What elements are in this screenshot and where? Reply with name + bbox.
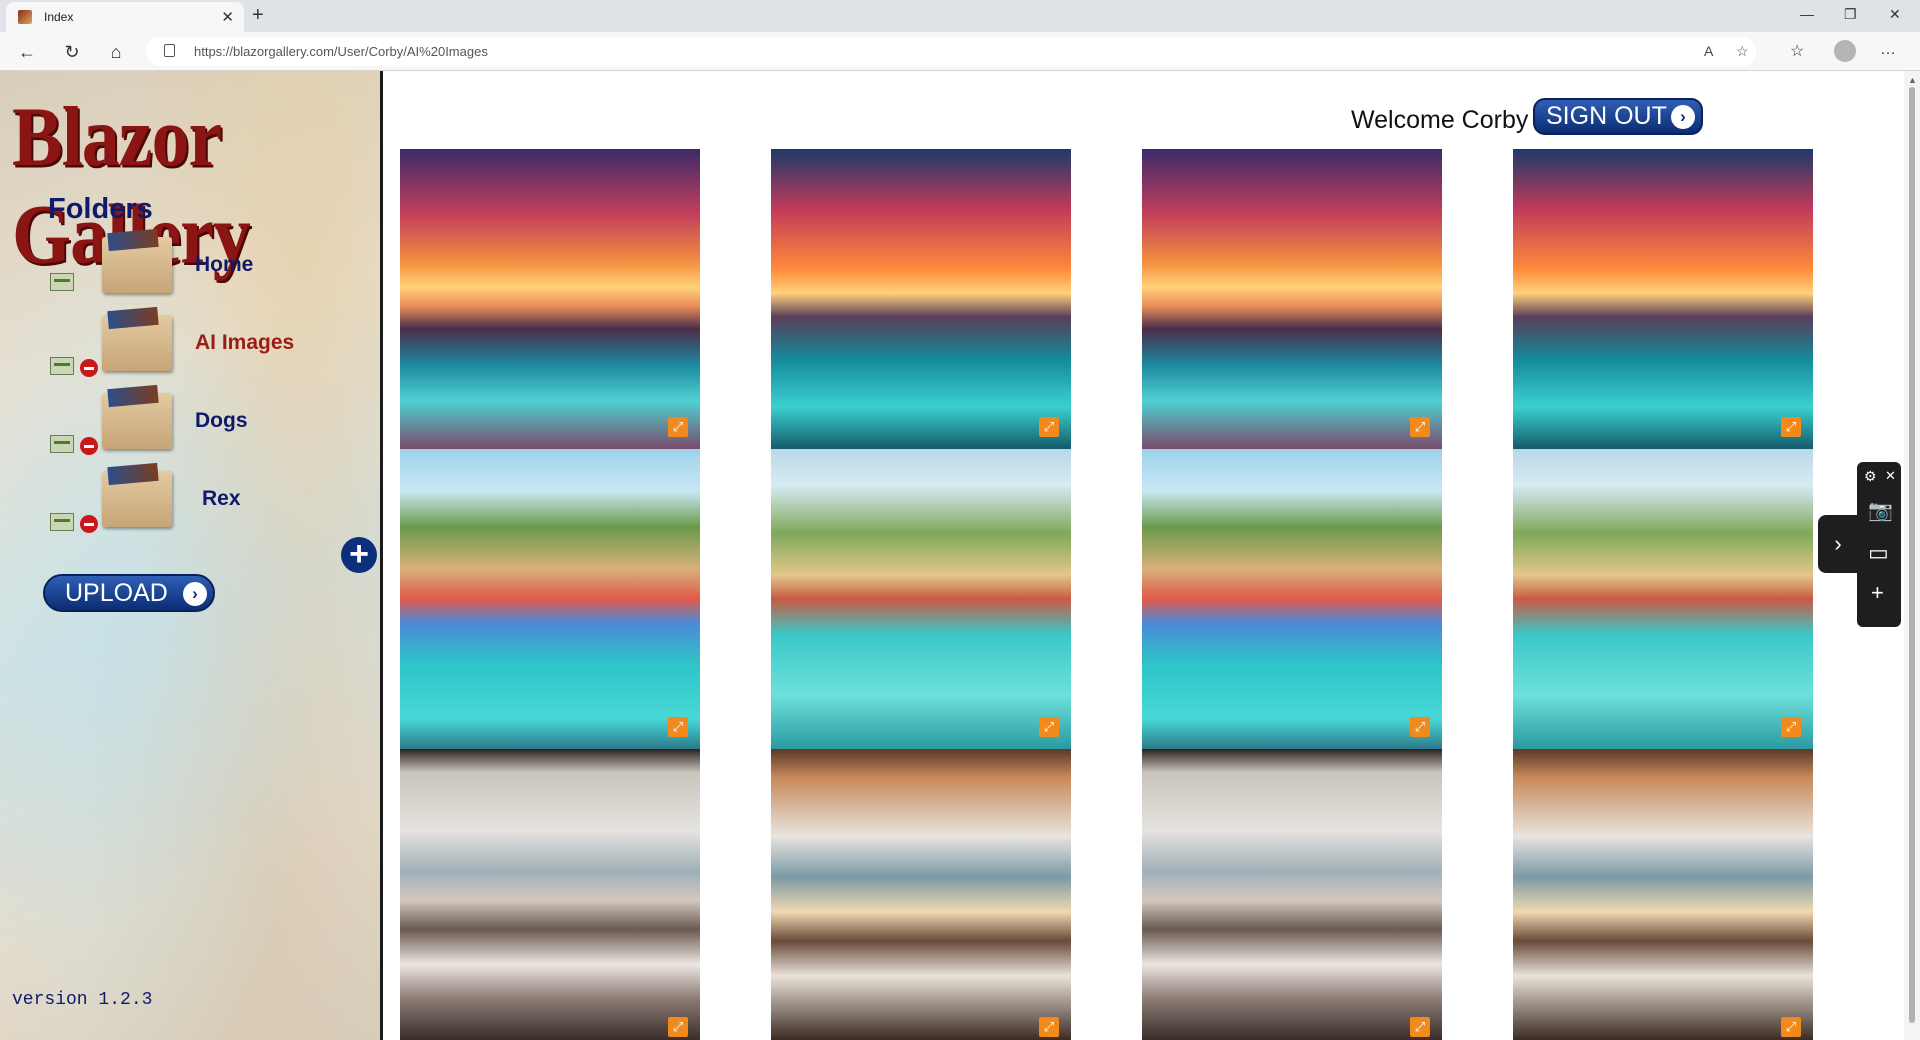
expand-icon[interactable]: ⤢	[1410, 417, 1430, 437]
upload-button[interactable]: UPLOAD ›	[43, 574, 215, 612]
arrow-right-icon: ›	[1671, 105, 1695, 129]
folder-icon[interactable]	[102, 315, 172, 371]
sunset-pier-image[interactable]: ⤢	[1142, 149, 1442, 449]
expand-icon[interactable]: ⤢	[1039, 717, 1059, 737]
expand-icon[interactable]: ⤢	[1781, 717, 1801, 737]
evening-table-image[interactable]: ⤢	[1513, 749, 1813, 1040]
read-aloud-icon[interactable]: A	[1704, 43, 1713, 59]
seaside-harbor-image[interactable]: ⤢	[1142, 449, 1442, 749]
lock-icon	[164, 44, 175, 57]
sunset-coast-image[interactable]: ⤢	[771, 149, 1071, 449]
folder-label[interactable]: AI Images	[195, 331, 294, 355]
address-bar-row: ← ↻ ⌂ https://blazorgallery.com/User/Cor…	[0, 32, 1920, 71]
arrow-right-icon: ›	[183, 582, 207, 606]
close-icon[interactable]: ✕	[1885, 468, 1896, 484]
open-folder-icon[interactable]	[50, 435, 74, 453]
night-dinner-image[interactable]: ⤢	[1142, 749, 1442, 1040]
folder-label[interactable]: Home	[195, 253, 253, 277]
folder-label[interactable]: Dogs	[195, 409, 248, 433]
capture-tool-panel: ⚙ ✕ 📷 ▭ +	[1857, 462, 1901, 627]
folder-icon[interactable]	[102, 471, 172, 527]
folder-icon[interactable]	[102, 237, 172, 293]
add-icon[interactable]: +	[1871, 580, 1884, 606]
browser-tab-bar: Index ✕ + — ❐ ✕	[0, 0, 1920, 32]
welcome-text: Welcome Corby	[1351, 106, 1529, 134]
scroll-thumb[interactable]	[1909, 87, 1915, 1023]
coastal-pier-image[interactable]: ⤢	[1513, 449, 1813, 749]
profile-avatar[interactable]	[1834, 40, 1856, 62]
expand-icon[interactable]: ⤢	[1781, 417, 1801, 437]
delete-folder-icon[interactable]	[80, 515, 98, 533]
expand-icon[interactable]: ⤢	[668, 717, 688, 737]
folder-item-ai-images[interactable]: AI Images	[0, 309, 383, 387]
add-folder-button[interactable]: +	[341, 537, 377, 573]
scroll-up-icon[interactable]: ▲	[1908, 75, 1917, 85]
settings-icon[interactable]: ⚙	[1864, 468, 1877, 485]
sign-out-button[interactable]: SIGN OUT ›	[1533, 98, 1703, 135]
folders-title: Folders	[48, 193, 153, 225]
refresh-icon[interactable]: ↻	[60, 40, 84, 64]
open-folder-icon[interactable]	[50, 513, 74, 531]
folder-label[interactable]: Rex	[202, 487, 241, 511]
favorite-icon[interactable]: ☆	[1736, 43, 1749, 60]
harbor-town-image[interactable]: ⤢	[400, 449, 700, 749]
expand-icon[interactable]: ⤢	[668, 1017, 688, 1037]
new-tab-button[interactable]: +	[252, 4, 264, 27]
dining-lake-view-image[interactable]: ⤢	[771, 749, 1071, 1040]
restaurant-window-image[interactable]: ⤢	[400, 749, 700, 1040]
capture-toggle-button[interactable]: ›	[1818, 515, 1858, 573]
expand-icon[interactable]: ⤢	[1781, 1017, 1801, 1037]
folder-item-dogs[interactable]: Dogs	[0, 387, 383, 465]
home-icon[interactable]: ⌂	[104, 40, 128, 64]
upload-label: UPLOAD	[65, 579, 168, 607]
restore-button[interactable]: ❐	[1844, 6, 1857, 23]
url-text[interactable]: https://blazorgallery.com/User/Corby/AI%…	[194, 44, 488, 59]
favorites-icon[interactable]: ☆	[1790, 41, 1804, 61]
expand-icon[interactable]: ⤢	[668, 417, 688, 437]
sidebar: Blazor Gallery Folders Home AI Images Do…	[0, 71, 383, 1040]
sign-out-label: SIGN OUT	[1546, 102, 1667, 130]
window-close-button[interactable]: ✕	[1889, 6, 1901, 23]
beach-village-image[interactable]: ⤢	[771, 449, 1071, 749]
back-icon[interactable]: ←	[15, 40, 39, 64]
favicon-icon	[18, 10, 32, 24]
expand-icon[interactable]: ⤢	[1039, 417, 1059, 437]
delete-folder-icon[interactable]	[80, 437, 98, 455]
camera-icon[interactable]: 📷	[1868, 498, 1893, 523]
tab-close-icon[interactable]: ✕	[221, 8, 234, 26]
version-label: version 1.2.3	[12, 990, 153, 1010]
address-bar[interactable]: https://blazorgallery.com/User/Corby/AI%…	[146, 37, 1756, 66]
folder-item-rex[interactable]: Rex	[0, 465, 383, 543]
video-record-icon[interactable]: ▭	[1868, 540, 1889, 566]
open-folder-icon[interactable]	[50, 357, 74, 375]
tab-title: Index	[44, 10, 74, 24]
open-folder-icon[interactable]	[50, 273, 74, 291]
delete-folder-icon[interactable]	[80, 359, 98, 377]
folder-icon[interactable]	[102, 393, 172, 449]
sunset-resort-image[interactable]: ⤢	[400, 149, 700, 449]
minimize-button[interactable]: —	[1800, 6, 1814, 22]
sunset-lake-image[interactable]: ⤢	[1513, 149, 1813, 449]
expand-icon[interactable]: ⤢	[1410, 1017, 1430, 1037]
expand-icon[interactable]: ⤢	[1039, 1017, 1059, 1037]
more-menu-icon[interactable]: …	[1880, 41, 1896, 59]
folder-item-home[interactable]: Home	[0, 231, 383, 309]
page-scrollbar[interactable]: ▲	[1904, 71, 1920, 1040]
expand-icon[interactable]: ⤢	[1410, 717, 1430, 737]
browser-tab[interactable]: Index ✕	[6, 2, 244, 32]
